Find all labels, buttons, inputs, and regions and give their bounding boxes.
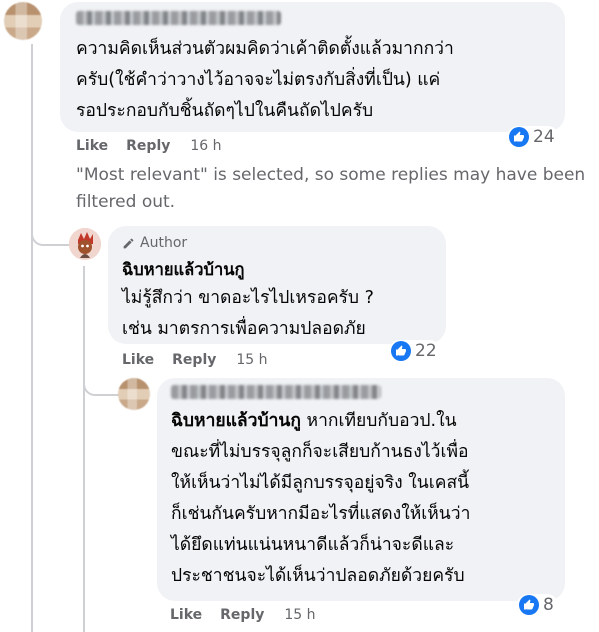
comment-time[interactable]: 16 h	[190, 138, 221, 154]
like-button[interactable]: Like	[170, 607, 202, 623]
like-button[interactable]: Like	[122, 352, 154, 368]
commenter-avatar[interactable]	[4, 2, 42, 40]
thread-line-reply-vertical	[83, 266, 85, 632]
pencil-icon	[123, 238, 134, 248]
reply-time[interactable]: 15 h	[236, 352, 267, 368]
author-reply-text: ไม่รู้สึกว่า ขาดอะไรไปเหรอครับ ? เช่น มา…	[122, 288, 374, 339]
author-avatar[interactable]	[69, 228, 101, 260]
comment-actions: Like Reply 16 h	[76, 138, 222, 154]
reply-text-rest: ขณะที่ไม่บรรจุลูกก็จะเสียบก้านธงไว้เพื่อ…	[171, 442, 471, 586]
filter-notice: "Most relevant" is selected, so some rep…	[76, 165, 586, 212]
author-badge: Author	[122, 235, 187, 251]
author-reply-bubble: Author ฉิบหายแล้วบ้านกู ไม่รู้สึกว่า ขาด…	[108, 226, 446, 344]
comment-text: ความคิดเห็นส่วนตัวผมคิดว่าเค้าติดตั้งแล้…	[76, 39, 454, 121]
thumbs-up-icon	[509, 127, 529, 147]
author-reply-actions: Like Reply 15 h	[122, 352, 268, 368]
comment-bubble: ความคิดเห็นส่วนตัวผมคิดว่าเค้าติดตั้งแล้…	[60, 2, 565, 132]
replier-name-blurred[interactable]	[171, 385, 381, 399]
reply-text: ฉิบหายแล้วบ้านกู หากเทียบกับอวป.ในขณะที่…	[171, 406, 563, 592]
reaction-summary[interactable]: 8	[517, 594, 558, 616]
reaction-summary[interactable]: 24	[507, 126, 559, 148]
reply-button[interactable]: Reply	[220, 607, 264, 623]
reply-button[interactable]: Reply	[172, 352, 216, 368]
like-button[interactable]: Like	[76, 138, 108, 154]
author-name[interactable]: ฉิบหายแล้วบ้านกู	[122, 257, 245, 283]
reaction-count: 22	[415, 341, 437, 361]
mention-link[interactable]: ฉิบหายแล้วบ้านกู	[171, 411, 301, 431]
thread-line-reply-branch	[83, 380, 119, 396]
reply-text-first: หากเทียบกับอวป.ใน	[300, 411, 457, 431]
reply-button[interactable]: Reply	[126, 138, 170, 154]
reply-time[interactable]: 15 h	[284, 607, 315, 623]
reply-bubble: ฉิบหายแล้วบ้านกู หากเทียบกับอวป.ในขณะที่…	[157, 378, 565, 601]
thread-line-main	[31, 44, 33, 632]
author-badge-label: Author	[140, 235, 188, 251]
commenter-name-blurred[interactable]	[76, 11, 281, 25]
reaction-count: 8	[543, 595, 554, 615]
reply-actions: Like Reply 15 h	[170, 607, 316, 623]
thread-line-branch	[31, 230, 71, 246]
reaction-count: 24	[533, 127, 555, 147]
thumbs-up-icon	[391, 341, 411, 361]
replier-avatar[interactable]	[118, 378, 150, 410]
reaction-summary[interactable]: 22	[389, 340, 441, 362]
thumbs-up-icon	[519, 595, 539, 615]
